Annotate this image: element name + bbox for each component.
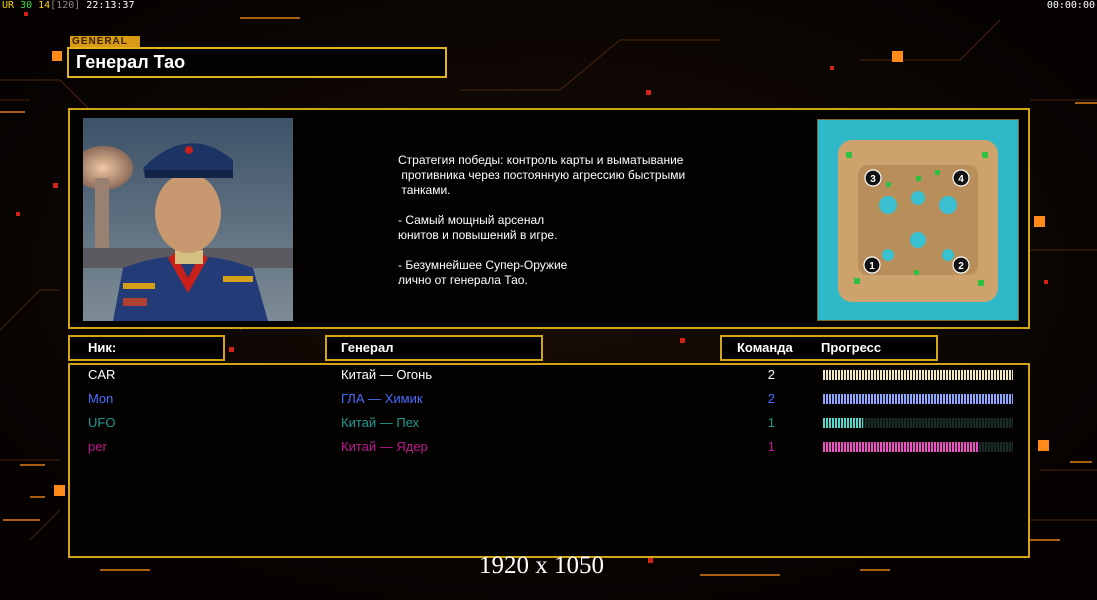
status-value-2: 14	[32, 0, 51, 11]
strategy-description: Стратегия победы: контроль карты и вымат…	[398, 153, 686, 287]
player-team: 1	[767, 439, 775, 454]
player-progress-fill	[823, 442, 979, 452]
status-value-1: 30	[14, 0, 33, 11]
map-marker-label: 1	[869, 261, 875, 272]
header-general-label: Генерал	[341, 340, 394, 355]
header-nick: Ник:	[68, 335, 225, 361]
header-team-progress: Команда Прогресс	[720, 335, 938, 361]
player-team: 2	[767, 391, 775, 406]
player-progress-bar	[823, 370, 1013, 380]
header-nick-label: Ник:	[88, 340, 117, 355]
player-row: CAR Китай — Огонь 2	[70, 365, 1028, 385]
header-team-label: Команда	[737, 340, 793, 355]
status-bracket: [120]	[50, 0, 81, 11]
player-row: Mon ГЛА — Химик 2	[70, 389, 1028, 409]
player-progress-bar	[823, 418, 1013, 428]
map-marker-label: 2	[958, 261, 964, 272]
player-row: per Китай — Ядер 1	[70, 437, 1028, 457]
general-info-panel: Стратегия победы: контроль карты и вымат…	[68, 108, 1030, 329]
status-ur: UR	[2, 0, 15, 11]
player-general: Китай — Ядер	[341, 439, 428, 454]
map-marker-label: 4	[958, 174, 964, 185]
player-row: UFO Китай — Пех 1	[70, 413, 1028, 433]
player-nick: Mon	[88, 391, 114, 406]
match-timer: 00:00:00	[1046, 0, 1095, 11]
status-clock: 22:13:37	[80, 0, 135, 11]
player-progress-fill	[823, 394, 1013, 404]
player-progress-fill	[823, 370, 1013, 380]
player-nick: CAR	[88, 367, 116, 382]
player-team: 1	[767, 415, 775, 430]
header-general: Генерал	[325, 335, 543, 361]
map-preview: 3 4 1 2	[817, 119, 1019, 321]
status-bar: UR 30 14[120] 22:13:37	[2, 0, 134, 11]
resolution-label: 1920 x 1050	[479, 552, 604, 579]
player-progress-fill	[823, 418, 863, 428]
player-progress-bar	[823, 394, 1013, 404]
player-general: Китай — Огонь	[341, 367, 433, 382]
page-title: Генерал Тао	[72, 52, 442, 73]
player-general: ГЛА — Химик	[341, 391, 423, 406]
player-team: 2	[767, 367, 775, 382]
player-progress-bar	[823, 442, 1013, 452]
players-panel: CAR Китай — Огонь 2 Mon ГЛА — Химик 2 UFO Китай…	[68, 363, 1030, 558]
general-portrait	[83, 118, 293, 321]
player-nick: per	[88, 439, 107, 454]
player-general: Китай — Пех	[341, 415, 420, 430]
map-marker-label: 3	[870, 174, 876, 185]
title-box: Генерал Тао	[67, 47, 447, 78]
header-progress-label: Прогресс	[821, 340, 882, 355]
player-nick: UFO	[88, 415, 116, 430]
